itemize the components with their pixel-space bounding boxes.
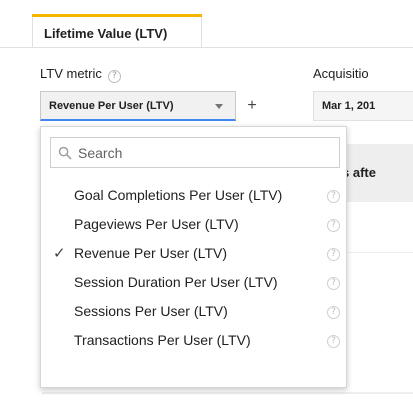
option-sessions-per-user[interactable]: Sessions Per User (LTV) ? <box>41 298 346 327</box>
search-input[interactable] <box>78 142 333 164</box>
divider <box>42 392 413 394</box>
help-icon[interactable]: ? <box>327 335 340 348</box>
option-revenue-per-user[interactable]: ✓ Revenue Per User (LTV) ? <box>41 240 346 269</box>
option-transactions-per-user[interactable]: Transactions Per User (LTV) ? <box>41 327 346 356</box>
help-icon[interactable]: ? <box>327 248 340 261</box>
help-icon[interactable]: ? <box>327 306 340 319</box>
option-label: Revenue Per User (LTV) <box>74 245 228 261</box>
tab-label: Lifetime Value (LTV) <box>44 26 168 41</box>
option-label: Session Duration Per User (LTV) <box>74 274 278 290</box>
ltv-metric-dropdown: Goal Completions Per User (LTV) ? Pagevi… <box>40 126 347 388</box>
acquisition-date-select[interactable]: Mar 1, 201 <box>313 91 413 121</box>
option-label: Pageviews Per User (LTV) <box>74 216 239 232</box>
option-list: Goal Completions Per User (LTV) ? Pagevi… <box>41 182 346 356</box>
option-goal-completions-per-user[interactable]: Goal Completions Per User (LTV) ? <box>41 182 346 211</box>
tab-lifetime-value[interactable]: Lifetime Value (LTV) <box>32 14 202 48</box>
tab-active-indicator <box>32 14 202 17</box>
ltv-metric-select[interactable]: Revenue Per User (LTV) <box>40 91 236 121</box>
help-icon[interactable]: ? <box>327 219 340 232</box>
chevron-down-icon <box>215 104 223 109</box>
option-session-duration-per-user[interactable]: Session Duration Per User (LTV) ? <box>41 269 346 298</box>
help-icon[interactable]: ? <box>107 70 121 83</box>
option-pageviews-per-user[interactable]: Pageviews Per User (LTV) ? <box>41 211 346 240</box>
ltv-metric-selected-value: Revenue Per User (LTV) <box>49 100 174 112</box>
help-icon[interactable]: ? <box>327 277 340 290</box>
option-label: Goal Completions Per User (LTV) <box>74 187 283 203</box>
help-icon[interactable]: ? <box>327 190 340 203</box>
tab-divider <box>0 47 413 48</box>
tab-strip: Lifetime Value (LTV) <box>0 0 413 48</box>
acquisition-date-label: Acquisitio <box>313 66 369 81</box>
ltv-metric-label: LTV metric? <box>40 66 121 83</box>
table-header-text: s afte <box>342 165 376 180</box>
ltv-report-panel: Lifetime Value (LTV) LTV metric? Acquisi… <box>0 0 413 405</box>
acquisition-date-value: Mar 1, 201 <box>322 100 376 112</box>
checkmark-icon: ✓ <box>53 244 66 262</box>
option-label: Transactions Per User (LTV) <box>74 332 251 348</box>
search-box[interactable] <box>50 137 340 168</box>
ltv-metric-label-text: LTV metric <box>40 66 102 81</box>
add-metric-button[interactable]: + <box>241 94 263 118</box>
search-icon <box>58 146 72 160</box>
option-label: Sessions Per User (LTV) <box>74 303 228 319</box>
